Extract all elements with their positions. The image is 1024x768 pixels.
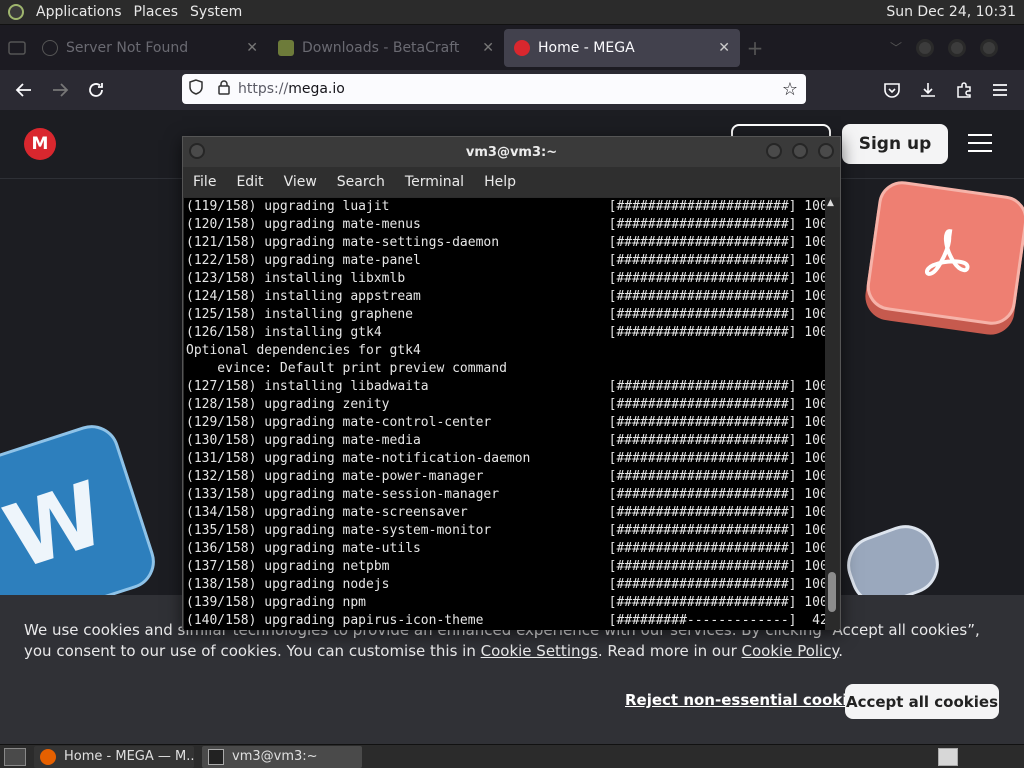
terminal-icon: [208, 748, 224, 765]
menu-help[interactable]: Help: [484, 174, 516, 190]
terminal-line: (127/158) installing libadwaita [#######…: [186, 379, 827, 394]
terminal-line: (136/158) upgrading mate-utils [########…: [186, 541, 827, 556]
scroll-up-icon[interactable]: ▲: [827, 198, 834, 208]
extensions-icon[interactable]: [946, 72, 982, 108]
pdf-illustration-icon: [863, 178, 1024, 328]
menu-file[interactable]: File: [193, 174, 216, 190]
task-title: vm3@vm3:~: [232, 749, 318, 764]
terminal-title: vm3@vm3:~: [465, 144, 558, 160]
close-tab-icon[interactable]: ✕: [718, 40, 730, 56]
url-text[interactable]: https://mega.io: [238, 81, 345, 97]
applications-menu[interactable]: Applications: [30, 0, 128, 25]
minimize-window-button[interactable]: [916, 38, 935, 57]
menu-search[interactable]: Search: [337, 174, 385, 190]
hamburger-menu-icon[interactable]: [968, 134, 992, 152]
tab-home-mega[interactable]: Home - MEGA ✕: [504, 28, 740, 67]
downloads-icon[interactable]: [910, 72, 946, 108]
minimize-terminal-button[interactable]: [766, 143, 782, 159]
menu-edit[interactable]: Edit: [236, 174, 263, 190]
accept-cookies-button[interactable]: Accept all cookies: [845, 684, 999, 719]
tab-betacraft-downloads[interactable]: Downloads - BetaCraft ✕: [268, 28, 504, 68]
taskbar-item-firefox[interactable]: Home - MEGA — M...: [34, 745, 194, 768]
terminal-line: (134/158) upgrading mate-screensaver [##…: [186, 505, 827, 520]
new-tab-button[interactable]: +: [740, 33, 770, 63]
forward-icon[interactable]: [42, 72, 78, 108]
system-menu[interactable]: System: [184, 0, 248, 25]
scrollbar-thumb[interactable]: [828, 572, 836, 612]
top-panel: Applications Places System Sun Dec 24, 1…: [0, 0, 1024, 25]
task-title: Home - MEGA — M...: [64, 749, 194, 764]
terminal-line: evince: Default print preview command: [186, 361, 507, 376]
tab-title: Home - MEGA: [538, 39, 635, 56]
list-all-tabs-icon[interactable]: ﹀: [890, 39, 902, 56]
lock-icon[interactable]: [210, 79, 238, 99]
reload-icon[interactable]: [78, 72, 114, 108]
app-menu-icon[interactable]: [982, 72, 1018, 108]
mega-logo-icon[interactable]: M: [24, 128, 56, 160]
mega-favicon-icon: [514, 39, 530, 56]
close-tab-icon[interactable]: ✕: [482, 40, 494, 56]
terminal-line: (128/158) upgrading zenity [############…: [186, 397, 827, 412]
terminal-line: (121/158) upgrading mate-settings-daemon…: [186, 235, 827, 250]
distro-logo-icon[interactable]: [8, 4, 24, 20]
pocket-icon[interactable]: [874, 72, 910, 108]
reject-cookies-button[interactable]: Reject non-essential cookies: [625, 691, 867, 709]
tab-title: Server Not Found: [66, 39, 189, 56]
places-menu[interactable]: Places: [128, 0, 185, 25]
terminal-line: (130/158) upgrading mate-media [########…: [186, 433, 827, 448]
terminal-scrollbar[interactable]: ▲: [825, 198, 839, 630]
menu-view[interactable]: View: [284, 174, 317, 190]
terminal-line: (120/158) upgrading mate-menus [########…: [186, 217, 827, 232]
close-terminal-button[interactable]: [818, 143, 834, 159]
cookie-policy-link[interactable]: Cookie Policy: [742, 642, 839, 660]
terminal-lines: (119/158) upgrading luajit [############…: [184, 198, 827, 630]
terminal-line: (138/158) upgrading nodejs [############…: [186, 577, 827, 592]
terminal-line: (140/158) upgrading papirus-icon-theme […: [186, 613, 827, 628]
terminal-line: (133/158) upgrading mate-session-manager…: [186, 487, 827, 502]
navigation-bar: https://mega.io ☆: [0, 70, 1024, 110]
taskbar-item-terminal[interactable]: vm3@vm3:~: [202, 745, 362, 768]
firefox-icon: [40, 748, 56, 765]
tab-overview-icon[interactable]: [2, 33, 32, 63]
maximize-terminal-button[interactable]: [792, 143, 808, 159]
terminal-menubar: File Edit View Search Terminal Help: [183, 167, 840, 197]
betacraft-favicon-icon: [278, 39, 294, 56]
maximize-window-button[interactable]: [948, 38, 967, 57]
url-bar[interactable]: https://mega.io ☆: [182, 74, 806, 104]
window-menu-icon[interactable]: [189, 143, 205, 159]
terminal-line: (139/158) upgrading npm [###############…: [186, 595, 827, 610]
tab-server-not-found[interactable]: Server Not Found ✕: [32, 28, 268, 68]
terminal-line: (135/158) upgrading mate-system-monitor …: [186, 523, 827, 538]
terminal-line: (122/158) upgrading mate-panel [########…: [186, 253, 827, 268]
bottom-taskbar: Home - MEGA — M... vm3@vm3:~: [0, 744, 1024, 768]
terminal-window[interactable]: vm3@vm3:~ File Edit View Search Terminal…: [182, 136, 841, 630]
terminal-line: (125/158) installing graphene [#########…: [186, 307, 827, 322]
sign-up-button[interactable]: Sign up: [842, 124, 948, 164]
cookie-settings-link[interactable]: Cookie Settings: [481, 642, 598, 660]
back-icon[interactable]: [6, 72, 42, 108]
show-desktop-button[interactable]: [4, 747, 26, 766]
terminal-line: (131/158) upgrading mate-notification-da…: [186, 451, 827, 466]
terminal-line: (137/158) upgrading netpbm [############…: [186, 559, 827, 574]
terminal-line: Optional dependencies for gtk4: [186, 343, 421, 358]
panel-clock[interactable]: Sun Dec 24, 10:31: [886, 4, 1024, 20]
workspace-switcher[interactable]: [938, 747, 958, 766]
terminal-line: (119/158) upgrading luajit [############…: [186, 199, 827, 214]
terminal-line: (123/158) installing libxmlb [##########…: [186, 271, 827, 286]
tab-strip: Server Not Found ✕ Downloads - BetaCraft…: [0, 25, 1024, 70]
terminal-line: (129/158) upgrading mate-control-center …: [186, 415, 827, 430]
close-tab-icon[interactable]: ✕: [246, 40, 258, 56]
terminal-output[interactable]: (119/158) upgrading luajit [############…: [184, 198, 827, 630]
terminal-titlebar[interactable]: vm3@vm3:~: [183, 137, 840, 167]
warning-icon: [42, 39, 58, 56]
terminal-line: (124/158) installing appstream [########…: [186, 289, 827, 304]
tab-title: Downloads - BetaCraft: [302, 39, 460, 56]
bookmark-star-icon[interactable]: ☆: [782, 79, 798, 100]
close-window-button[interactable]: [980, 38, 999, 57]
shield-icon[interactable]: [182, 79, 210, 99]
terminal-line: (126/158) installing gtk4 [#############…: [186, 325, 827, 340]
terminal-line: (132/158) upgrading mate-power-manager […: [186, 469, 827, 484]
menu-terminal[interactable]: Terminal: [405, 174, 464, 190]
